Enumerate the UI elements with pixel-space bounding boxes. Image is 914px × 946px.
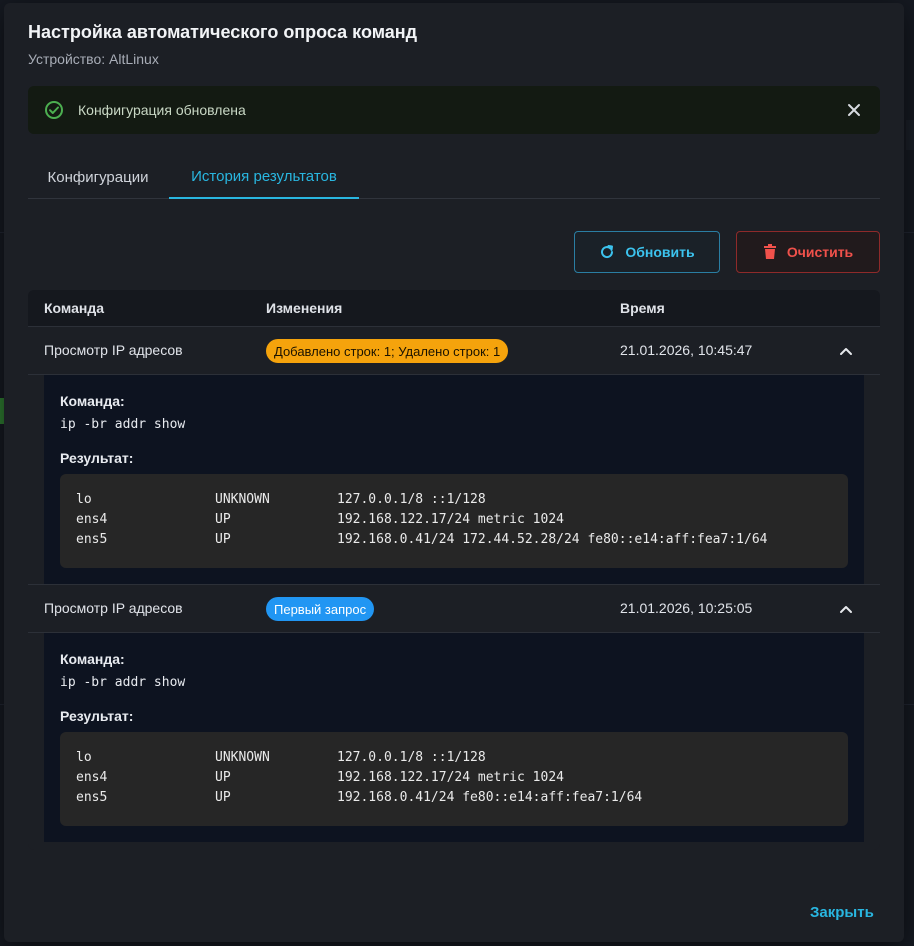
column-header-time: Время xyxy=(620,300,665,316)
interface-name: ens5 xyxy=(76,790,108,805)
results-dialog: Настройка автоматического опроса команд … xyxy=(4,3,904,942)
refresh-label: Обновить xyxy=(625,244,695,260)
interface-addresses: 192.168.0.41/24 172.44.52.28/24 fe80::e1… xyxy=(337,532,768,547)
refresh-icon xyxy=(599,244,615,260)
result-label: Результат: xyxy=(60,450,134,466)
details-panel: Команда: ip -br addr show Результат: lo U… xyxy=(44,633,864,842)
command-label: Команда: xyxy=(60,393,125,409)
command-text: ip -br addr show xyxy=(60,675,186,690)
chevron-up-icon[interactable] xyxy=(836,599,856,619)
interface-state: UP xyxy=(215,770,231,785)
interface-state: UNKNOWN xyxy=(215,492,270,507)
trash-icon xyxy=(763,244,777,260)
interface-name: ens4 xyxy=(76,512,108,527)
row-details: Команда: ip -br addr show Результат: lo U… xyxy=(28,374,880,584)
change-badge: Добавлено строк: 1; Удалено строк: 1 xyxy=(266,339,509,363)
interface-name: ens5 xyxy=(76,532,108,547)
clear-label: Очистить xyxy=(786,244,854,260)
table-row[interactable]: Просмотр IP адресов Первый запрос 21.01.… xyxy=(28,584,880,632)
result-label: Результат: xyxy=(60,708,134,724)
tab-bar: Конфигурации История результатов xyxy=(28,155,880,199)
refresh-button[interactable]: Обновить xyxy=(574,231,720,273)
result-line: ens4 UP 192.168.122.17/24 metric 1024 xyxy=(76,510,832,530)
interface-state: UP xyxy=(215,512,231,527)
row-time: 21.01.2026, 10:25:05 xyxy=(620,600,753,616)
interface-state: UP xyxy=(215,790,231,805)
table-header: Команда Изменения Время xyxy=(28,290,880,326)
change-badge: Первый запрос xyxy=(266,597,375,621)
row-command-name: Просмотр IP адресов xyxy=(44,342,183,358)
column-header-command: Команда xyxy=(44,300,104,316)
row-time: 21.01.2026, 10:45:47 xyxy=(620,342,753,358)
interface-name: lo xyxy=(76,750,92,765)
backdrop-panel xyxy=(906,120,914,150)
clear-button[interactable]: Очистить xyxy=(736,231,880,273)
interface-state: UNKNOWN xyxy=(215,750,270,765)
dialog-subtitle: Устройство: AltLinux xyxy=(28,51,159,67)
dialog-title: Настройка автоматического опроса команд xyxy=(28,22,418,42)
interface-addresses: 127.0.0.1/8 ::1/128 xyxy=(337,750,486,765)
result-line: ens5 UP 192.168.0.41/24 172.44.52.28/24 fe… xyxy=(76,530,832,550)
details-panel: Команда: ip -br addr show Результат: lo U… xyxy=(44,375,864,584)
tab-results-history[interactable]: История результатов xyxy=(169,155,359,199)
close-button[interactable]: Закрыть xyxy=(810,904,874,921)
alert-message: Конфигурация обновлена xyxy=(78,102,246,118)
command-text: ip -br addr show xyxy=(60,417,186,432)
success-alert: Конфигурация обновлена xyxy=(28,86,880,134)
interface-name: lo xyxy=(76,492,92,507)
row-details: Команда: ip -br addr show Результат: lo U… xyxy=(28,632,880,842)
tab-configurations[interactable]: Конфигурации xyxy=(28,155,168,199)
result-output: lo UNKNOWN 127.0.0.1/8 ::1/128 ens4 UP 192.1… xyxy=(60,474,848,568)
interface-name: ens4 xyxy=(76,770,108,785)
result-output: lo UNKNOWN 127.0.0.1/8 ::1/128 ens4 UP 192.1… xyxy=(60,732,848,826)
result-line: ens4 UP 192.168.122.17/24 metric 1024 xyxy=(76,768,832,788)
results-table: Команда Изменения Время Просмотр IP адре… xyxy=(28,290,880,850)
command-label: Команда: xyxy=(60,651,125,667)
interface-addresses: 192.168.0.41/24 fe80::e14:aff:fea7:1/64 xyxy=(337,790,643,805)
close-icon[interactable] xyxy=(844,100,864,120)
interface-addresses: 192.168.122.17/24 metric 1024 xyxy=(337,770,564,785)
row-command-name: Просмотр IP адресов xyxy=(44,600,183,616)
result-line: ens5 UP 192.168.0.41/24 fe80::e14:aff:fea7… xyxy=(76,788,832,808)
check-circle-icon xyxy=(44,100,64,120)
table-row[interactable]: Просмотр IP адресов Добавлено строк: 1; … xyxy=(28,326,880,374)
interface-addresses: 192.168.122.17/24 metric 1024 xyxy=(337,512,564,527)
interface-state: UP xyxy=(215,532,231,547)
column-header-changes: Изменения xyxy=(266,300,343,316)
result-line: lo UNKNOWN 127.0.0.1/8 ::1/128 xyxy=(76,748,832,768)
chevron-up-icon[interactable] xyxy=(836,341,856,361)
interface-addresses: 127.0.0.1/8 ::1/128 xyxy=(337,492,486,507)
result-line: lo UNKNOWN 127.0.0.1/8 ::1/128 xyxy=(76,490,832,510)
